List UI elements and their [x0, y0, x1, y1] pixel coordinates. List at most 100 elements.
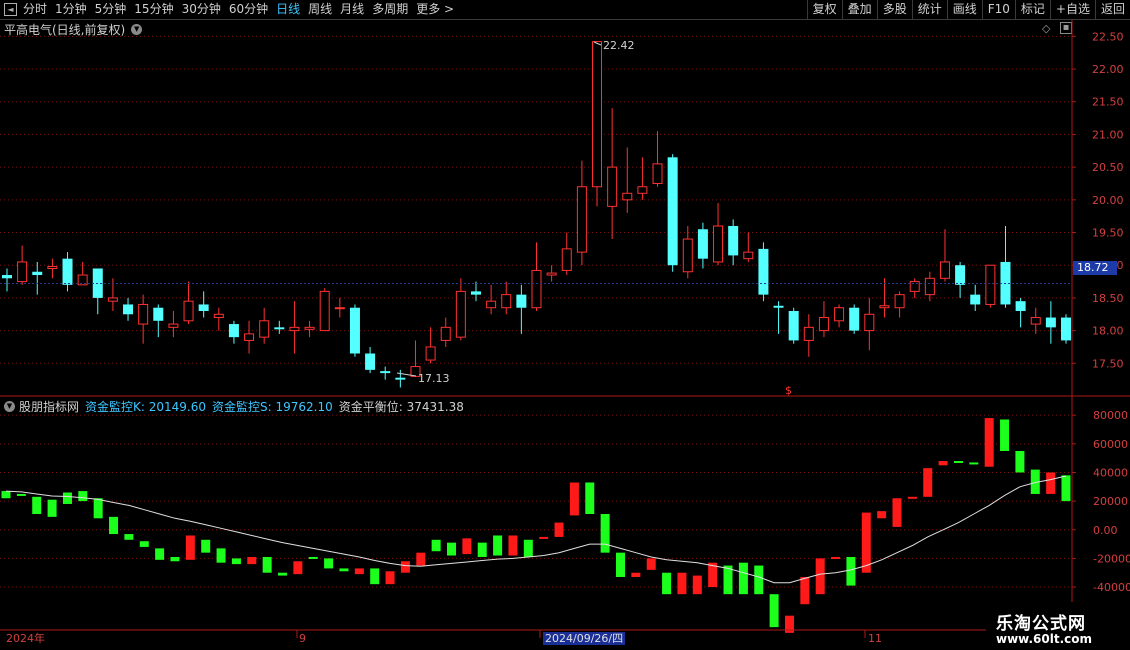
candle-body-up	[168, 323, 179, 328]
indicator-bar-down	[370, 568, 380, 585]
indicator-bar-down	[47, 499, 57, 517]
candle-body-up	[213, 313, 224, 319]
candle-body-down	[955, 265, 966, 285]
indicator-bar-down	[600, 514, 610, 553]
indicator-bar-down	[1015, 450, 1025, 473]
indicator-bar-down	[93, 498, 103, 519]
candle-body-up	[334, 307, 345, 310]
candle-body-up	[637, 186, 648, 194]
candle-body-down	[349, 307, 360, 354]
candlestick-series	[2, 41, 1071, 388]
high-price-label: 22.42	[603, 39, 635, 52]
indicator-tick: 60000	[1093, 438, 1128, 451]
candle-body-up	[652, 163, 663, 184]
candle-body-down	[849, 307, 860, 331]
candle-body-up	[259, 320, 270, 338]
indicator-bar-down	[216, 548, 226, 563]
indicator-bar-down	[32, 496, 42, 514]
candle-body-down	[516, 294, 527, 308]
indicator-bar-down	[769, 594, 779, 628]
chevron-down-icon[interactable]: ▼	[4, 401, 15, 412]
indicator-bar-up	[416, 552, 426, 566]
indicator-bar-up	[293, 561, 303, 575]
indicator-bar-up	[907, 496, 917, 499]
candle-body-up	[713, 225, 724, 263]
candle-body-up	[607, 166, 618, 207]
candle-body-down	[667, 157, 678, 266]
indicator-bars	[1, 418, 1071, 633]
indicator-bar-up	[569, 482, 579, 516]
candle-body-down	[788, 310, 799, 341]
chart-canvas: 22.50 22.00 21.50 21.00 20.50 20.00 19.5…	[0, 20, 1130, 650]
indicator-bar-down	[201, 539, 211, 553]
indicator-bar-down	[278, 572, 288, 576]
candle-body-down	[1045, 317, 1056, 328]
candle-body-down	[728, 225, 739, 256]
candle-body-up	[924, 277, 935, 296]
indicator-bar-down	[431, 539, 441, 552]
indicator-tick: 40000	[1093, 466, 1128, 479]
price-tick: 22.50	[1092, 30, 1124, 43]
candle-body-down	[395, 377, 406, 380]
candle-body-up	[864, 313, 875, 332]
indicator-bar-down	[109, 516, 119, 535]
indicator-bar-down	[124, 534, 134, 540]
indicator-axis: 80000 60000 40000 20000 0.00 -20000 -400…	[1093, 409, 1130, 594]
candle-body-up	[939, 261, 950, 279]
indicator-bar-up	[892, 498, 902, 527]
candle-body-up	[289, 326, 300, 332]
candle-body-up	[501, 294, 512, 309]
candle-body-up	[682, 238, 693, 273]
indicator-legend: ▼ 股朋指标网 资金監控K: 20149.60 资金監控S: 19762.10 …	[4, 398, 470, 415]
price-tick: 21.00	[1092, 128, 1124, 141]
candle-body-up	[17, 261, 28, 283]
candle-body-up	[985, 264, 996, 305]
candle-body-down	[697, 229, 708, 259]
indicator-bar-up	[877, 511, 887, 519]
watermark-url: www.60lt.com	[996, 632, 1093, 646]
candle-body-up	[319, 290, 330, 332]
indicator-bar-up	[247, 556, 257, 565]
price-tick: 18.50	[1092, 292, 1124, 305]
indicator-bar-up	[185, 535, 195, 560]
candle-body-up	[834, 307, 845, 322]
indicator-bar-down	[78, 491, 88, 502]
x-label-nov: 11	[868, 632, 882, 645]
indicator-bar-down	[969, 462, 979, 465]
watermark-title: 乐淘公式网	[996, 614, 1086, 634]
indicator-bar-up	[1046, 472, 1056, 494]
indicator-bar-down	[615, 552, 625, 578]
indicator-tick: -40000	[1093, 581, 1130, 594]
indicator-bar-down	[324, 558, 334, 569]
indicator-bar-up	[938, 461, 948, 466]
candle-body-down	[2, 275, 12, 279]
price-tick: 19.50	[1092, 227, 1124, 240]
indicator-bar-down	[846, 556, 856, 586]
indicator-tick: 80000	[1093, 409, 1128, 422]
indicator-bar-up	[861, 512, 871, 573]
indicator-bar-down	[1061, 475, 1071, 502]
candle-body-down	[773, 305, 784, 308]
price-axis: 22.50 22.00 21.50 21.00 20.50 20.00 19.5…	[1092, 30, 1124, 370]
current-price-label: 18.72	[1073, 261, 1117, 275]
indicator-bar-up	[400, 561, 410, 573]
candle-body-down	[1061, 317, 1071, 341]
indicator-bar-up	[677, 572, 687, 595]
indicator-bar-up	[539, 536, 549, 539]
indicator-bar-down	[262, 556, 272, 573]
indicator-tick: -20000	[1093, 552, 1130, 565]
indicator-bar-down	[1, 491, 11, 499]
indicator-bar-down	[1000, 419, 1010, 451]
indicator-bar-up	[815, 558, 825, 595]
x-label-sep: 9	[299, 632, 306, 645]
candle-body-up	[138, 303, 149, 325]
indicator-bar-down	[231, 558, 241, 565]
chart-frame	[0, 20, 1130, 650]
indicator-bar-up	[385, 571, 395, 585]
low-price-label: 17.13	[418, 372, 450, 385]
candle-body-up	[304, 326, 315, 330]
x-axis: 2024年 9 11	[6, 631, 882, 645]
indicator-bar-up	[646, 558, 656, 570]
indicator-bar-up	[554, 522, 564, 537]
indicator-s-value: 资金監控S: 19762.10	[212, 400, 333, 414]
